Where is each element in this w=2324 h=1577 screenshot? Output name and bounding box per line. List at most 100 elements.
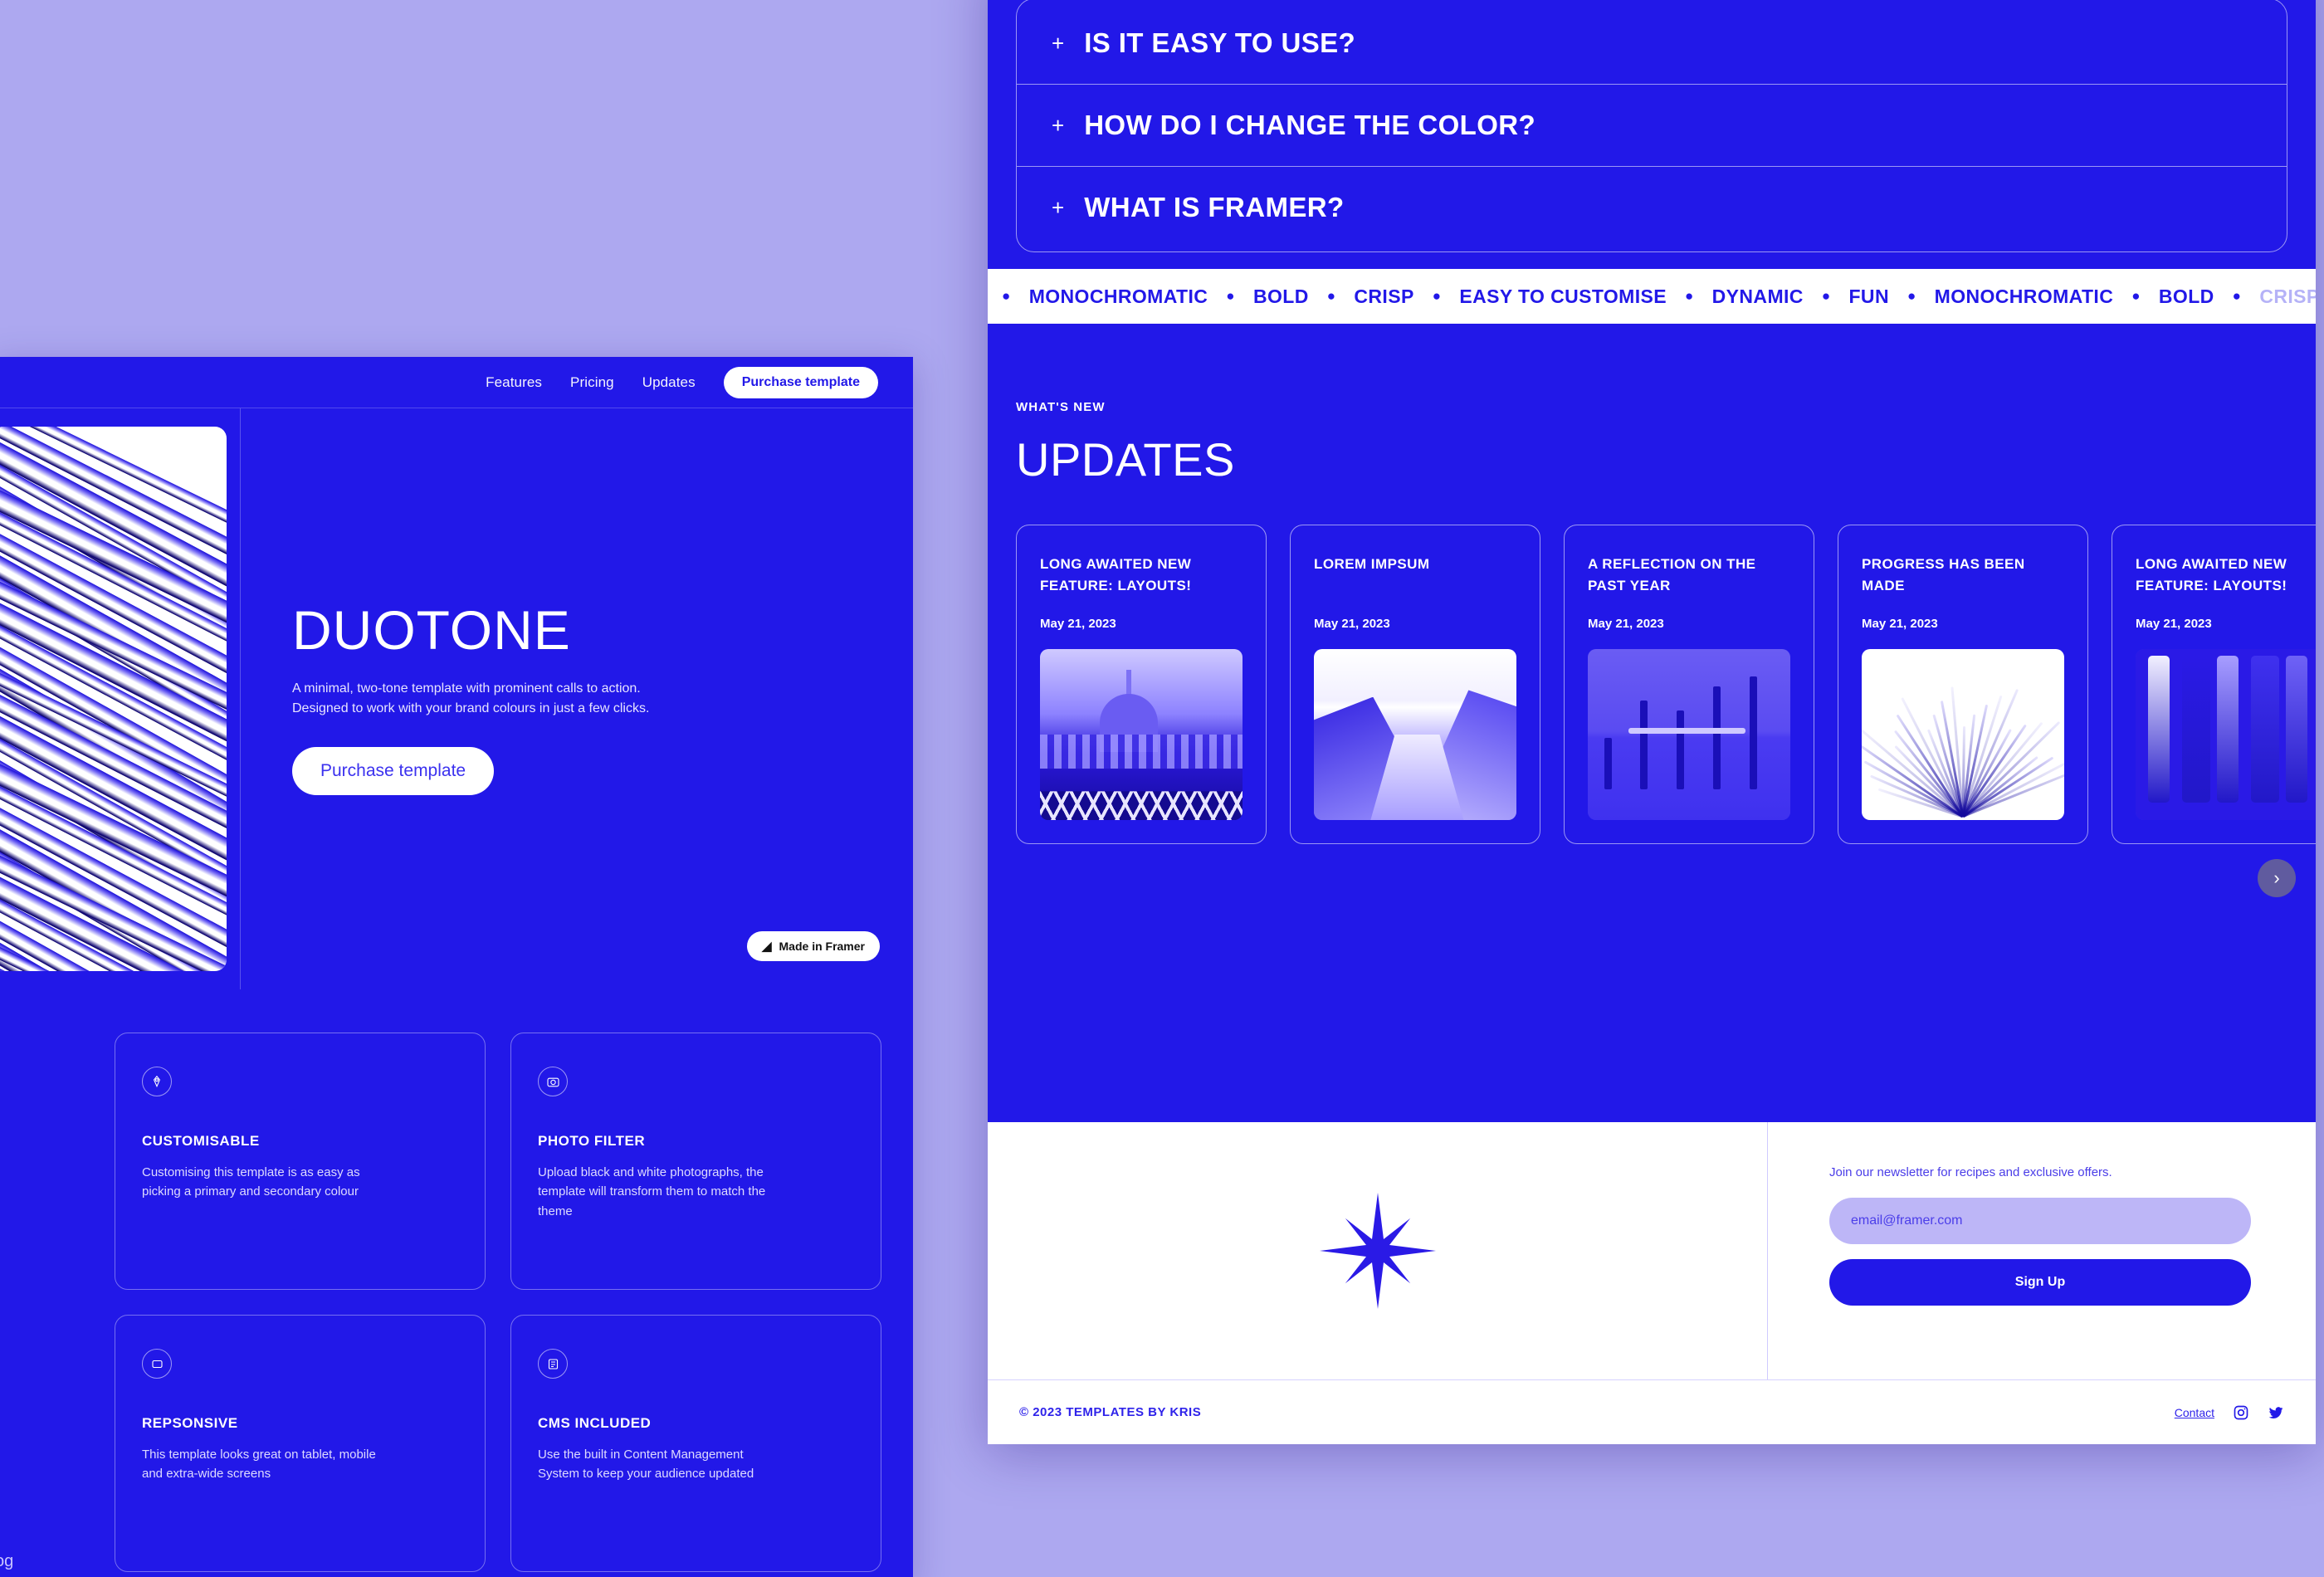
feature-marquee-strip: N●MONOCHROMATIC●BOLD●CRISP●EASY TO CUSTO… (988, 269, 2316, 324)
faq-item[interactable]: + HOW DO I CHANGE THE COLOR? (1017, 84, 2287, 166)
updates-card-carousel[interactable]: LONG AWAITED NEW FEATURE: LAYOUTS! May 2… (988, 486, 2316, 844)
feature-body: Customising this template is as easy as … (142, 1165, 360, 1199)
update-card-date: May 21, 2023 (1588, 617, 1664, 631)
feature-card: REPSONSIVE This template looks great on … (115, 1315, 486, 1572)
update-card[interactable]: PROGRESS HAS BEEN MADE May 21, 2023 (1838, 525, 2088, 844)
marquee-word: CRISP (2259, 285, 2316, 307)
footer-top: Join our newsletter for recipes and excl… (988, 1122, 2316, 1379)
marquee-track: N●MONOCHROMATIC●BOLD●CRISP●EASY TO CUSTO… (988, 286, 2316, 308)
device-icon (142, 1349, 172, 1379)
page-title: DUOTONE (292, 599, 571, 661)
chevron-right-icon: › (2273, 867, 2280, 888)
update-card-title: LOREM IMPSUM (1314, 556, 1430, 572)
site-footer: Join our newsletter for recipes and excl… (988, 1122, 2316, 1444)
marquee-separator-icon: ● (1821, 288, 1831, 304)
right-site-panel: + IS IT EASY TO USE? + HOW DO I CHANGE T… (988, 0, 2316, 1444)
nav-link-pricing[interactable]: Pricing (570, 374, 614, 391)
feature-title: CMS INCLUDED (538, 1415, 652, 1431)
blog-edge-label[interactable]: og (0, 1552, 13, 1571)
update-card-image (1040, 649, 1243, 820)
nav-link-features[interactable]: Features (486, 374, 542, 391)
marquee-separator-icon: ● (1907, 288, 1916, 304)
marquee-word: MONOCHROMATIC (1934, 285, 2114, 307)
marquee-word: FUN (1848, 285, 1889, 307)
faq-accordion: + IS IT EASY TO USE? + HOW DO I CHANGE T… (1016, 0, 2287, 252)
marquee-separator-icon: ● (2232, 288, 2242, 304)
feature-title: CUSTOMISABLE (142, 1133, 260, 1149)
footer-links: Contact (2175, 1404, 2284, 1421)
nav-purchase-template-button[interactable]: Purchase template (723, 366, 878, 398)
plus-icon: + (1052, 31, 1065, 56)
plus-icon: + (1052, 113, 1065, 138)
update-card-title: A REFLECTION ON THE PAST YEAR (1588, 556, 1756, 593)
twitter-icon[interactable] (2268, 1404, 2284, 1421)
hero-section: DUOTONE A minimal, two-tone template wit… (0, 408, 913, 989)
update-card[interactable]: LONG AWAITED NEW FEATURE: LAYOUTS! May 2… (2112, 525, 2316, 844)
update-card[interactable]: A REFLECTION ON THE PAST YEAR May 21, 20… (1564, 525, 1814, 844)
marquee-separator-icon: ● (2131, 288, 2141, 304)
updates-eyebrow: WHAT'S NEW (1016, 400, 1106, 414)
nav-link-updates[interactable]: Updates (642, 374, 696, 391)
updates-title: UPDATES (1016, 433, 1235, 486)
marquee-word: DYNAMIC (1711, 285, 1804, 307)
update-card-date: May 21, 2023 (1314, 617, 1390, 631)
update-card-title: LONG AWAITED NEW FEATURE: LAYOUTS! (1040, 556, 1192, 593)
hero-art-panel (0, 408, 241, 989)
feature-card: PHOTO FILTER Upload black and white phot… (510, 1033, 881, 1290)
left-site-panel: Features Pricing Updates Purchase templa… (0, 357, 913, 1577)
update-card[interactable]: LONG AWAITED NEW FEATURE: LAYOUTS! May 2… (1016, 525, 1267, 844)
made-in-framer-label: Made in Framer (779, 940, 865, 953)
update-card-date: May 21, 2023 (1862, 617, 1938, 631)
marquee-word: BOLD (1252, 285, 1309, 307)
framer-logo-icon: ◢ (761, 940, 772, 954)
carousel-next-button[interactable]: › (2258, 859, 2296, 897)
marquee-separator-icon: ● (1685, 288, 1694, 304)
made-in-framer-badge[interactable]: ◢ Made in Framer (746, 931, 880, 961)
update-card[interactable]: LOREM IMPSUM May 21, 2023 (1290, 525, 1540, 844)
left-site-navbar: Features Pricing Updates Purchase templa… (0, 357, 913, 408)
eight-point-star-icon (1319, 1193, 1436, 1309)
faq-question: HOW DO I CHANGE THE COLOR? (1084, 110, 1536, 140)
camera-icon (538, 1067, 568, 1096)
update-card-date: May 21, 2023 (2136, 617, 2212, 631)
faq-question: IS IT EASY TO USE? (1084, 27, 1356, 58)
plus-icon: + (1052, 195, 1065, 220)
hero-copy: DUOTONE A minimal, two-tone template wit… (241, 408, 913, 989)
update-card-image (1862, 649, 2064, 820)
marquee-word: CRISP (1354, 285, 1414, 307)
marquee-word: EASY TO CUSTOMISE (1459, 285, 1667, 307)
ribbon-pattern-image (0, 427, 227, 971)
marquee-separator-icon: ● (1226, 288, 1235, 304)
faq-item[interactable]: + WHAT IS FRAMER? (1017, 166, 2287, 248)
marquee-separator-icon: ● (1002, 288, 1011, 304)
feature-body: This template looks great on tablet, mob… (142, 1448, 376, 1482)
faq-question: WHAT IS FRAMER? (1084, 192, 1345, 222)
hero-purchase-template-button[interactable]: Purchase template (292, 747, 495, 795)
feature-title: REPSONSIVE (142, 1415, 238, 1431)
footer-bottom-bar: © 2023 TEMPLATES BY KRIS Contact (988, 1379, 2316, 1444)
marquee-word: BOLD (2158, 285, 2214, 307)
footer-logo-column (988, 1122, 1768, 1379)
cms-icon (538, 1349, 568, 1379)
feature-body: Use the built in Content Management Syst… (538, 1448, 754, 1482)
hero-description: A minimal, two-tone template with promin… (292, 681, 650, 715)
marquee-word: MONOCHROMATIC (1028, 285, 1208, 307)
newsletter-signup-button[interactable]: Sign Up (1829, 1259, 2251, 1306)
update-card-image (1588, 649, 1790, 820)
update-card-title: PROGRESS HAS BEEN MADE (1862, 556, 2025, 593)
newsletter-form: Join our newsletter for recipes and excl… (1768, 1122, 2316, 1379)
contact-link[interactable]: Contact (2175, 1406, 2214, 1419)
marquee-separator-icon: ● (1326, 288, 1336, 304)
feature-card-grid: CUSTOMISABLE Customising this template i… (0, 989, 913, 1572)
update-card-image (1314, 649, 1516, 820)
instagram-icon[interactable] (2233, 1404, 2249, 1421)
newsletter-email-input[interactable] (1829, 1198, 2251, 1244)
feature-card: CUSTOMISABLE Customising this template i… (115, 1033, 486, 1290)
update-card-image (2136, 649, 2316, 820)
marquee-separator-icon: ● (1432, 288, 1442, 304)
faq-item[interactable]: + IS IT EASY TO USE? (1017, 2, 2287, 84)
update-card-date: May 21, 2023 (1040, 617, 1116, 631)
pen-tool-icon (142, 1067, 172, 1096)
update-card-title: LONG AWAITED NEW FEATURE: LAYOUTS! (2136, 556, 2287, 593)
newsletter-label: Join our newsletter for recipes and excl… (1829, 1165, 2112, 1179)
